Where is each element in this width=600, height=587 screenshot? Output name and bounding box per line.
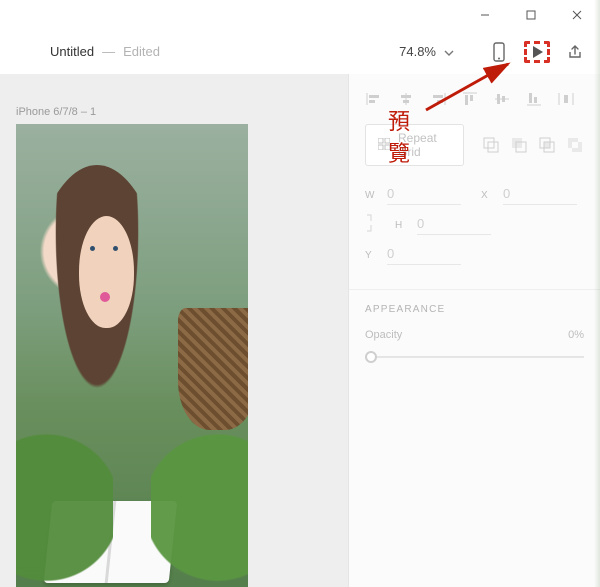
- play-icon: [533, 46, 543, 58]
- window-minimize-button[interactable]: [462, 0, 508, 30]
- opacity-value: 0%: [568, 329, 584, 341]
- artboard-label[interactable]: iPhone 6/7/8 – 1: [16, 106, 96, 118]
- align-toolbar: [365, 88, 584, 110]
- height-field[interactable]: H 0: [395, 213, 491, 238]
- y-value[interactable]: 0: [387, 246, 461, 265]
- transform-section: W 0 X 0 H 0 Y 0: [365, 186, 584, 265]
- zoom-dropdown[interactable]: 74.8%: [399, 44, 474, 59]
- main-area: iPhone 6/7/8 – 1: [0, 74, 600, 587]
- slider-thumb[interactable]: [365, 351, 377, 363]
- height-label: H: [395, 220, 407, 231]
- repeat-grid-button[interactable]: Repeat Grid: [365, 124, 464, 166]
- path-subtract-icon[interactable]: [510, 136, 528, 154]
- document-title: Untitled: [50, 44, 94, 59]
- window-titlebar: [0, 0, 600, 30]
- artboard[interactable]: [16, 124, 248, 587]
- opacity-label: Opacity: [365, 329, 402, 341]
- align-center-h-icon[interactable]: [397, 91, 415, 107]
- y-field[interactable]: Y 0: [365, 246, 461, 265]
- grid-icon: [378, 138, 390, 153]
- window-maximize-button[interactable]: [508, 0, 554, 30]
- app-toolbar: Untitled — Edited 74.8%: [0, 30, 600, 74]
- width-value[interactable]: 0: [387, 186, 461, 205]
- document-status: Edited: [123, 44, 160, 59]
- lock-aspect-icon[interactable]: [365, 213, 375, 238]
- document-title-group: Untitled — Edited: [14, 44, 160, 59]
- appearance-heading: APPEARANCE: [365, 304, 584, 315]
- boolean-ops: [482, 136, 584, 154]
- title-separator: —: [102, 44, 115, 59]
- device-preview-button[interactable]: [488, 41, 510, 63]
- placed-image[interactable]: [16, 124, 248, 587]
- height-value[interactable]: 0: [417, 216, 491, 235]
- zoom-value: 74.8%: [399, 44, 436, 59]
- app-window: Untitled — Edited 74.8% iP: [0, 0, 600, 587]
- path-add-icon[interactable]: [482, 136, 500, 154]
- x-field[interactable]: X 0: [481, 186, 577, 205]
- align-left-icon[interactable]: [365, 91, 383, 107]
- x-label: X: [481, 190, 493, 201]
- chevron-down-icon: [444, 44, 454, 59]
- opacity-slider[interactable]: [365, 349, 584, 365]
- align-bottom-icon[interactable]: [525, 91, 543, 107]
- distribute-h-icon[interactable]: [557, 91, 575, 107]
- repeat-grid-label: Repeat Grid: [398, 131, 451, 159]
- align-right-icon[interactable]: [429, 91, 447, 107]
- path-intersect-icon[interactable]: [538, 136, 556, 154]
- properties-panel: Repeat Grid W 0 X 0: [348, 74, 600, 587]
- opacity-control: Opacity 0%: [365, 329, 584, 365]
- canvas[interactable]: iPhone 6/7/8 – 1: [0, 74, 348, 587]
- share-button[interactable]: [564, 41, 586, 63]
- x-value[interactable]: 0: [503, 186, 577, 205]
- desktop-preview-button[interactable]: [524, 41, 550, 63]
- align-center-v-icon[interactable]: [493, 91, 511, 107]
- align-top-icon[interactable]: [461, 91, 479, 107]
- width-label: W: [365, 190, 377, 201]
- width-field[interactable]: W 0: [365, 186, 461, 205]
- y-label: Y: [365, 250, 377, 261]
- path-exclude-icon[interactable]: [566, 136, 584, 154]
